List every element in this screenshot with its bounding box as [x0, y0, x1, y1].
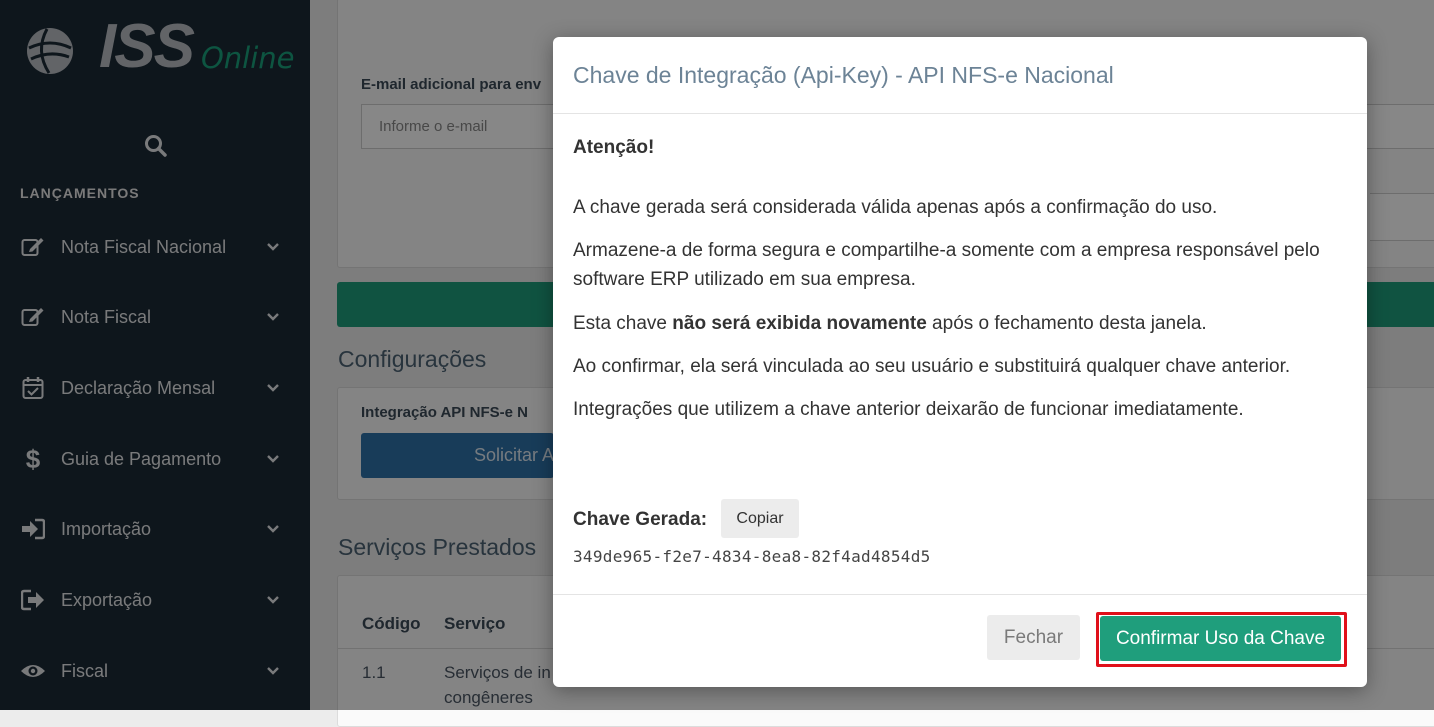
modal-header: Chave de Integração (Api-Key) - API NFS-… [553, 37, 1367, 114]
generated-key-label: Chave Gerada: [573, 509, 708, 530]
close-button[interactable]: Fechar [987, 615, 1080, 660]
modal-footer: Fechar Confirmar Uso da Chave [553, 594, 1367, 688]
modal-title: Chave de Integração (Api-Key) - API NFS-… [573, 62, 1114, 88]
attention-heading: Atenção! [573, 137, 655, 158]
p3-after: após o fechamento desta janela. [926, 313, 1207, 334]
paragraph-validity: A chave gerada será considerada válida a… [573, 197, 1218, 218]
paragraph-previous-key: Integrações que utilizem a chave anterio… [573, 399, 1244, 420]
copy-button[interactable]: Copiar [721, 499, 799, 538]
paragraph-link-user: Ao confirmar, ela será vinculada ao seu … [573, 356, 1291, 377]
p3-bold: não será exibida novamente [672, 313, 927, 334]
api-key-modal: Chave de Integração (Api-Key) - API NFS-… [553, 37, 1367, 687]
confirm-key-button[interactable]: Confirmar Uso da Chave [1100, 616, 1341, 661]
generated-key-value[interactable]: 349de965-f2e7-4834-8ea8-82f4ad4854d5 [573, 547, 931, 566]
p3-before: Esta chave [573, 313, 673, 334]
paragraph-not-shown-again: Esta chave não será exibida novamente ap… [573, 309, 1353, 338]
paragraph-store-securely: Armazene-a de forma segura e compartilhe… [573, 240, 1320, 290]
